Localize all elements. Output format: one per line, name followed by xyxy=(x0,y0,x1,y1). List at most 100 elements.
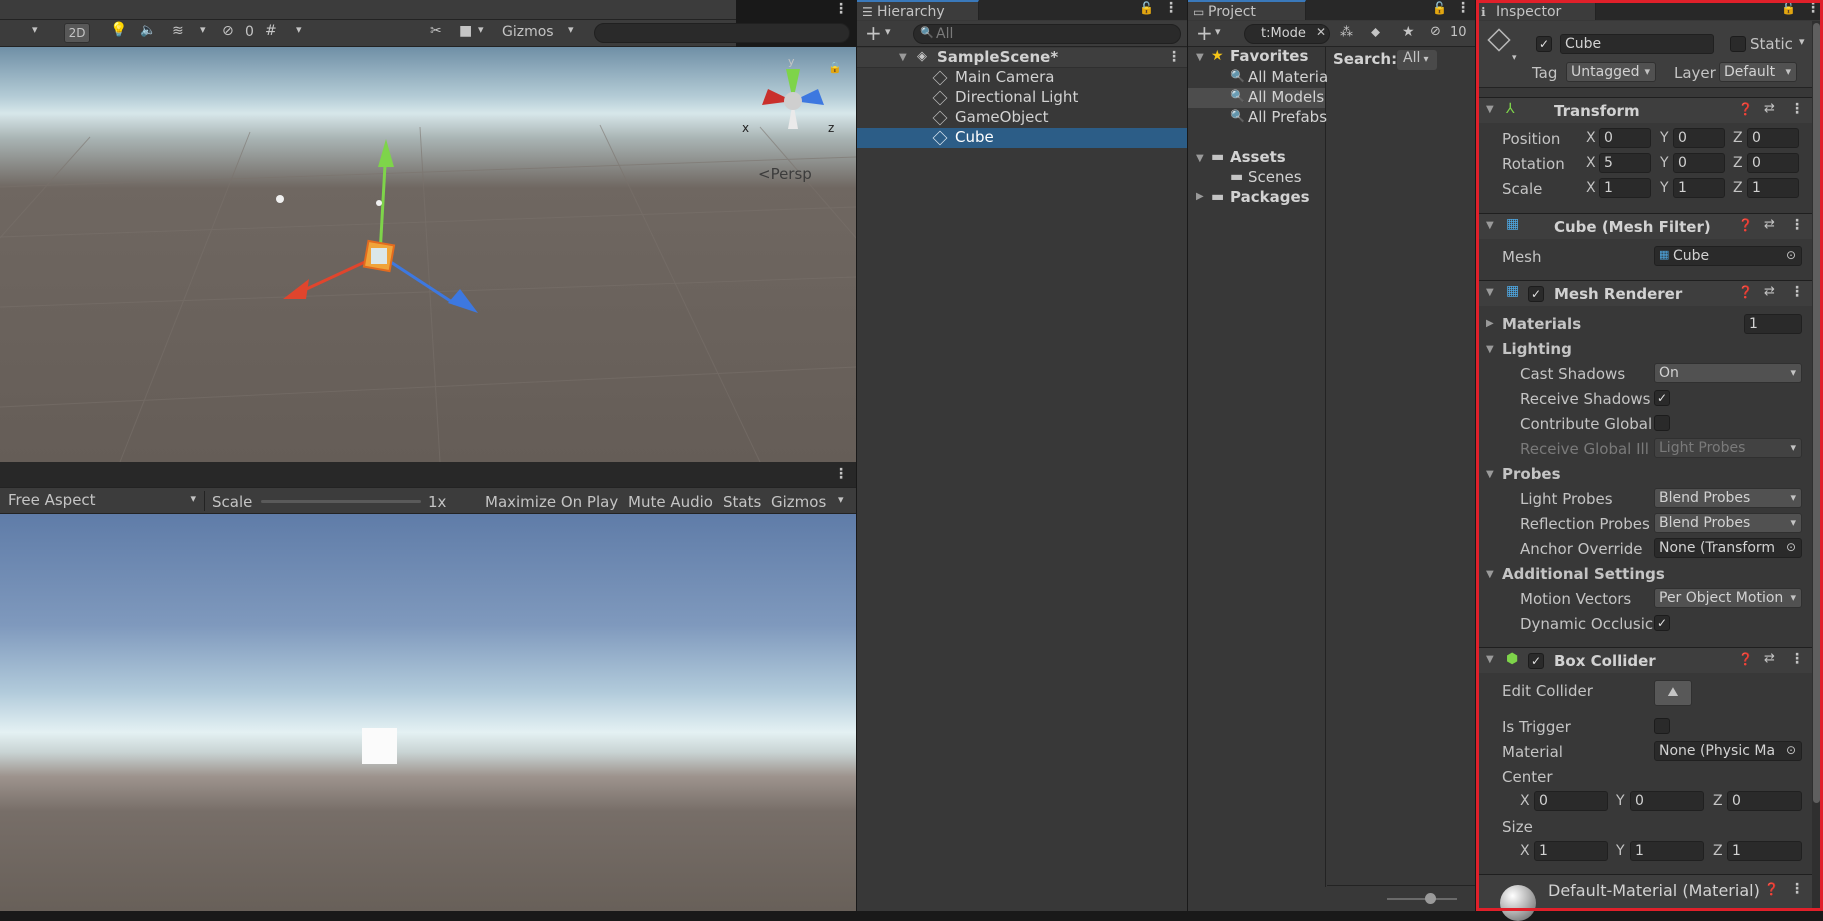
mode-2d-button[interactable]: 2D xyxy=(64,23,90,43)
draw-mode-dropdown-icon[interactable]: ▾ xyxy=(32,23,38,36)
projection-label[interactable]: <Persp xyxy=(758,165,812,183)
camera-gizmo[interactable] xyxy=(376,200,382,206)
static-dropdown-icon[interactable]: ▾ xyxy=(1799,35,1805,48)
receive-shadows-checkbox[interactable]: ✓ xyxy=(1654,390,1670,406)
gizmos-dropdown-icon[interactable]: ▾ xyxy=(568,23,574,36)
favorite-item-prefabs[interactable]: 🔍 All Prefabs xyxy=(1188,108,1327,128)
tools-icon[interactable]: ✂ xyxy=(430,23,442,39)
help-icon[interactable]: ❓ xyxy=(1738,652,1753,666)
probes-collapse-icon[interactable]: ▼ xyxy=(1486,469,1494,480)
mesh-filter-header[interactable]: ▼ ▦ Cube (Mesh Filter) ❓ ⇄ ⋮ xyxy=(1476,213,1812,239)
scale-x-input[interactable]: 1 xyxy=(1599,178,1651,198)
tag-dropdown[interactable]: Untagged xyxy=(1566,62,1656,82)
mesh-renderer-header[interactable]: ▼ ▦ ✓ Mesh Renderer ❓ ⇄ ⋮ xyxy=(1476,280,1812,306)
hierarchy-search-input[interactable]: All xyxy=(913,24,1181,44)
inspector-scrollbar-thumb[interactable] xyxy=(1813,23,1820,803)
component-menu-icon[interactable]: ⋮ xyxy=(1790,284,1804,300)
mute-audio-button[interactable]: Mute Audio xyxy=(628,493,713,511)
favorites-label[interactable]: Favorites xyxy=(1230,48,1308,65)
box-collider-header[interactable]: ▼ ⬢ ✓ Box Collider ❓ ⇄ ⋮ xyxy=(1476,647,1812,673)
mesh-object-field[interactable]: Cube xyxy=(1654,246,1802,266)
assets-label[interactable]: Assets xyxy=(1230,149,1286,166)
collider-material-field[interactable]: None (Physic Ma xyxy=(1654,741,1802,761)
active-checkbox[interactable]: ✓ xyxy=(1536,36,1552,52)
audio-speaker-icon[interactable]: 🔈 xyxy=(140,23,156,38)
hierarchy-item-directional-light[interactable]: Directional Light xyxy=(857,88,1187,108)
lighting-bulb-icon[interactable]: 💡 xyxy=(110,22,127,38)
size-x-input[interactable]: 1 xyxy=(1534,841,1608,861)
rotation-y-input[interactable]: 0 xyxy=(1673,153,1725,173)
lock-icon[interactable]: 🔒 xyxy=(828,61,842,74)
mesh-renderer-collapse-icon[interactable]: ▼ xyxy=(1486,287,1494,298)
effects-dropdown-icon[interactable]: ▾ xyxy=(200,23,206,36)
gizmos-button[interactable]: Gizmos xyxy=(502,24,554,40)
layer-dropdown[interactable]: Default xyxy=(1719,62,1797,82)
search-scope-button[interactable]: All ▾ xyxy=(1397,50,1437,70)
icon-size-slider[interactable] xyxy=(1387,898,1457,900)
camera-dropdown-icon[interactable]: ▾ xyxy=(478,23,484,36)
position-z-input[interactable]: 0 xyxy=(1747,128,1799,148)
scene-menu-icon-kebab[interactable]: ⋮ xyxy=(1167,49,1181,65)
favorite-item-materials[interactable]: 🔍 All Materia xyxy=(1188,68,1328,88)
maximize-on-play-button[interactable]: Maximize On Play xyxy=(485,493,618,511)
packages-expand-icon[interactable]: ▶ xyxy=(1196,191,1204,202)
box-collider-enabled-checkbox[interactable]: ✓ xyxy=(1528,653,1544,669)
rotation-x-input[interactable]: 5 xyxy=(1599,153,1651,173)
packages-label[interactable]: Packages xyxy=(1230,189,1310,206)
search-by-type-icon[interactable]: ⁂ xyxy=(1340,25,1353,40)
lighting-label[interactable]: Lighting xyxy=(1502,340,1572,358)
position-x-input[interactable]: 0 xyxy=(1599,128,1651,148)
materials-expand-icon[interactable]: ▶ xyxy=(1486,318,1494,329)
hierarchy-add-icon[interactable]: + xyxy=(865,21,882,45)
hierarchy-menu-icon[interactable]: ⋮ xyxy=(1164,0,1178,16)
icon-size-slider-thumb[interactable] xyxy=(1425,893,1436,904)
rotation-z-input[interactable]: 0 xyxy=(1747,153,1799,173)
mesh-filter-collapse-icon[interactable]: ▼ xyxy=(1486,220,1494,231)
object-icon-dropdown[interactable]: ▾ xyxy=(1512,53,1517,63)
favorites-expand-icon[interactable]: ▼ xyxy=(1196,52,1204,63)
center-y-input[interactable]: 0 xyxy=(1630,791,1704,811)
tab-hierarchy[interactable]: ☰ Hierarchy xyxy=(857,0,979,20)
favorite-item-models[interactable]: 🔍 All Models xyxy=(1188,88,1325,108)
materials-count-input[interactable]: 1 xyxy=(1744,314,1802,334)
scene-search-input[interactable] xyxy=(594,23,850,43)
project-lock-icon[interactable]: 🔓 xyxy=(1432,1,1447,15)
project-search-clear-icon[interactable]: ✕ xyxy=(1316,25,1326,39)
motion-vectors-dropdown[interactable]: Per Object Motion xyxy=(1654,588,1802,608)
scenes-label[interactable]: Scenes xyxy=(1248,169,1302,186)
visibility-eye-icon[interactable]: ⊘ xyxy=(222,23,234,39)
material-preview-header[interactable]: Default-Material (Material) ❓ ⋮ xyxy=(1476,874,1812,921)
static-label[interactable]: Static xyxy=(1750,35,1793,53)
scale-y-input[interactable]: 1 xyxy=(1673,178,1725,198)
presets-icon[interactable]: ⇄ xyxy=(1764,284,1775,299)
game-gizmos-dropdown-icon[interactable]: ▾ xyxy=(838,493,844,506)
hierarchy-lock-icon[interactable]: 🔓 xyxy=(1139,1,1154,15)
project-menu-icon[interactable]: ⋮ xyxy=(1456,0,1470,16)
component-menu-icon[interactable]: ⋮ xyxy=(1790,217,1804,233)
box-collider-collapse-icon[interactable]: ▼ xyxy=(1486,654,1494,665)
is-trigger-checkbox[interactable] xyxy=(1654,718,1670,734)
scale-z-input[interactable]: 1 xyxy=(1747,178,1799,198)
hidden-packages-icon[interactable]: ⊘ xyxy=(1430,24,1441,39)
game-viewport[interactable] xyxy=(0,514,856,911)
object-name-input[interactable]: Cube xyxy=(1560,34,1714,54)
help-icon[interactable]: ❓ xyxy=(1738,285,1753,299)
presets-icon[interactable]: ⇄ xyxy=(1764,101,1775,116)
materials-label[interactable]: Materials xyxy=(1502,315,1581,333)
mesh-renderer-enabled-checkbox[interactable]: ✓ xyxy=(1528,286,1544,302)
transform-header[interactable]: ▼ ⅄ Transform ❓ ⇄ ⋮ xyxy=(1476,97,1812,123)
scale-slider[interactable] xyxy=(261,500,421,503)
game-menu-icon[interactable]: ⋮ xyxy=(834,466,848,482)
cast-shadows-dropdown[interactable]: On xyxy=(1654,363,1802,383)
stats-button[interactable]: Stats xyxy=(723,493,761,511)
help-icon[interactable]: ❓ xyxy=(1764,882,1779,896)
assets-expand-icon[interactable]: ▼ xyxy=(1196,153,1204,164)
aspect-dropdown[interactable]: Free Aspect ▾ xyxy=(0,491,205,511)
size-z-input[interactable]: 1 xyxy=(1727,841,1802,861)
search-by-label-icon[interactable]: ⬥ xyxy=(1371,25,1380,40)
game-gizmos-button[interactable]: Gizmos xyxy=(771,493,826,511)
additional-settings-collapse-icon[interactable]: ▼ xyxy=(1486,569,1494,580)
contribute-gi-checkbox[interactable] xyxy=(1654,415,1670,431)
help-icon[interactable]: ❓ xyxy=(1738,218,1753,232)
hierarchy-item-gameobject[interactable]: GameObject xyxy=(857,108,1187,128)
